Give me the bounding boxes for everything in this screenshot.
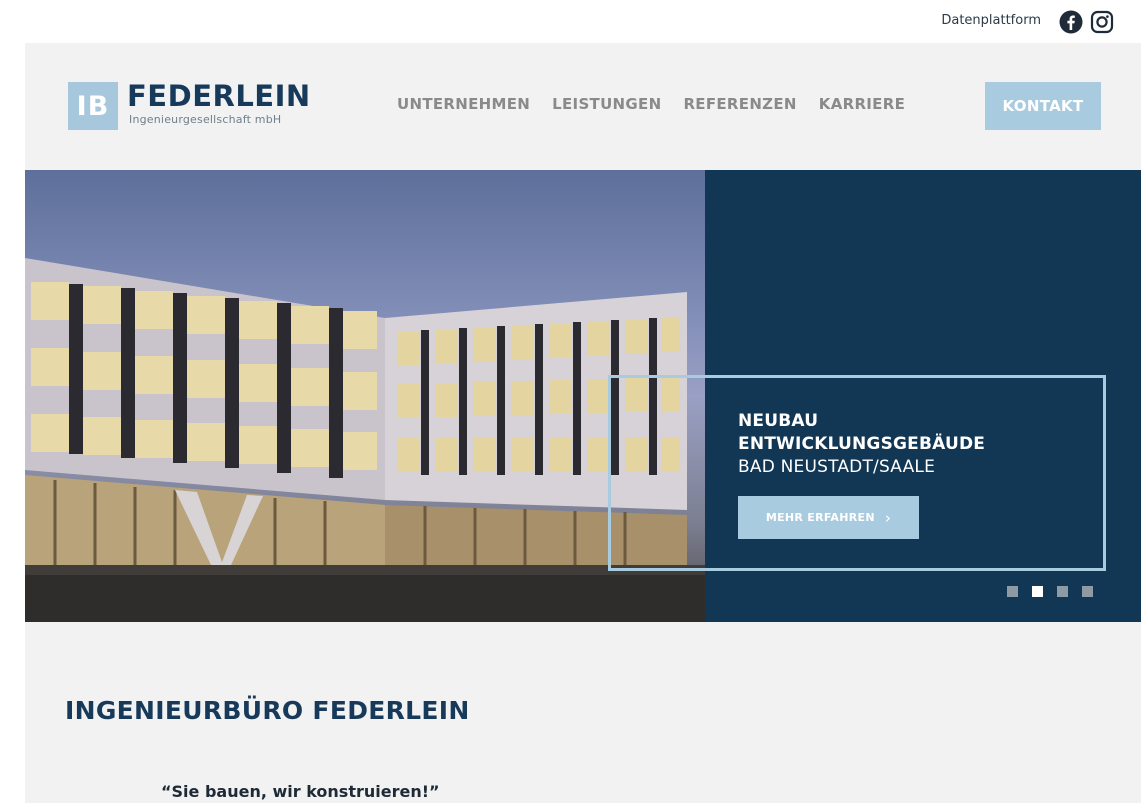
slide-title-line-1: NEUBAU xyxy=(738,411,819,431)
hero-slider: NEUBAU ENTWICKLUNGSGEBÄUDE BAD NEUSTADT/… xyxy=(25,170,1141,622)
nav-item-unternehmen[interactable]: UNTERNEHMEN xyxy=(397,95,530,113)
slider-dot-3[interactable] xyxy=(1057,586,1068,597)
slider-dot-4[interactable] xyxy=(1082,586,1093,597)
slider-dot-1[interactable] xyxy=(1007,586,1018,597)
instagram-icon[interactable] xyxy=(1090,10,1114,34)
intro-quote: “Sie bauen, wir konstruieren!” xyxy=(161,782,440,801)
top-bar: Datenplattform xyxy=(0,0,1141,43)
nav-item-referenzen[interactable]: REFERENZEN xyxy=(683,95,796,113)
main-nav: UNTERNEHMEN LEISTUNGEN REFERENZEN KARRIE… xyxy=(397,95,905,113)
logo-mark[interactable]: IB xyxy=(68,82,118,130)
slider-pagination xyxy=(1007,586,1093,597)
contact-button[interactable]: KONTAKT xyxy=(985,82,1101,130)
logo-initials: IB xyxy=(76,90,110,122)
slider-dot-2[interactable] xyxy=(1032,586,1043,597)
slide-title-line-2: ENTWICKLUNGSGEBÄUDE xyxy=(738,434,986,454)
site-header: IB FEDERLEIN Ingenieurgesellschaft mbH U… xyxy=(25,43,1141,170)
learn-more-button[interactable]: MEHR ERFAHREN › xyxy=(738,496,919,539)
logo-name[interactable]: FEDERLEIN xyxy=(127,80,311,112)
facebook-icon[interactable] xyxy=(1059,10,1083,34)
learn-more-label: MEHR ERFAHREN xyxy=(765,511,875,524)
nav-item-karriere[interactable]: KARRIERE xyxy=(819,95,905,113)
hero-building-photo xyxy=(25,170,705,622)
logo-subtitle: Ingenieurgesellschaft mbH xyxy=(129,113,282,126)
slide-title: NEUBAU ENTWICKLUNGSGEBÄUDE xyxy=(738,410,985,456)
chevron-right-icon: › xyxy=(884,508,892,527)
intro-section: INGENIEURBÜRO FEDERLEIN “Sie bauen, wir … xyxy=(25,622,1141,803)
slide-location: BAD NEUSTADT/SAALE xyxy=(738,457,936,477)
data-platform-link[interactable]: Datenplattform xyxy=(941,13,1041,28)
nav-item-leistungen[interactable]: LEISTUNGEN xyxy=(552,95,661,113)
intro-heading: INGENIEURBÜRO FEDERLEIN xyxy=(65,696,470,725)
